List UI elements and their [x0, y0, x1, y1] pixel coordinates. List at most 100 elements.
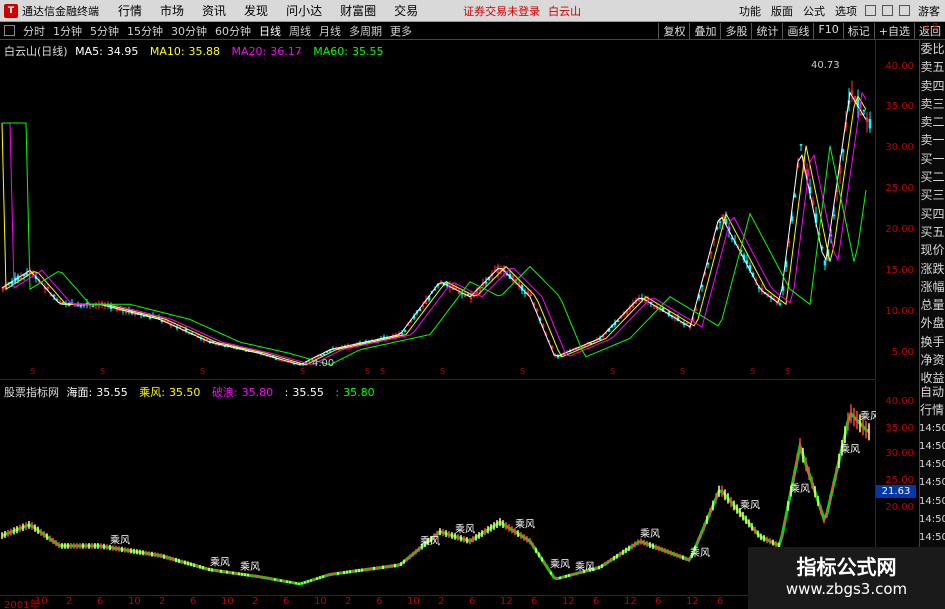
main-price-axis: 40.00 35.00 30.00 25.00 20.00 15.00 10.0…: [876, 40, 916, 380]
maximize-icon[interactable]: [882, 5, 893, 16]
tick-time: 14:50: [919, 514, 945, 526]
menu-item-market[interactable]: 行情: [109, 2, 151, 19]
tick-time: 14:50: [919, 440, 945, 452]
exright-marker: S: [750, 367, 755, 376]
time-tick: 12: [686, 596, 699, 607]
kline-chart[interactable]: SSSSSSSSSSSS: [0, 40, 876, 380]
period-tab[interactable]: 60分钟: [211, 23, 255, 39]
period-tab[interactable]: 周线: [285, 23, 315, 39]
marker-label: 乘风: [455, 523, 475, 535]
candle: [76, 304, 80, 307]
exright-marker: S: [440, 367, 445, 376]
candle: [484, 281, 488, 284]
indicator-panel[interactable]: 股票指标网 海面: 35.55 乘风: 35.50 破浪: 35.80 :35.55 …: [0, 381, 876, 595]
multi-stock-button[interactable]: 多股: [720, 22, 751, 39]
indicator-chart[interactable]: 乘风乘风 乘风乘风乘风 乘风乘风 乘风乘风乘风乘风乘风乘风乘风: [0, 381, 876, 595]
time-tick: 2: [252, 596, 259, 607]
tick-time: 14:50: [919, 532, 945, 544]
exright-marker: S: [365, 367, 370, 376]
period-tab-daily[interactable]: 日线: [255, 23, 285, 39]
candle: [403, 330, 407, 332]
marker-label: 乘风: [790, 483, 810, 495]
quote-tab[interactable]: 行情: [919, 401, 945, 419]
close-icon[interactable]: [899, 5, 910, 16]
current-stock: 白云山: [548, 4, 582, 18]
mark-button[interactable]: 标记: [842, 22, 874, 39]
layout-button[interactable]: 版面: [766, 3, 798, 19]
quote-tab[interactable]: 自动: [919, 383, 945, 401]
quote-field-label: 卖五: [920, 60, 945, 75]
add-watchlist-button[interactable]: +自选: [873, 22, 914, 39]
formula-button[interactable]: 公式: [798, 3, 830, 19]
indicator-value: :35.55: [284, 386, 324, 399]
y-tick: 40.00: [885, 396, 914, 407]
period-tab[interactable]: 多周期: [345, 23, 386, 39]
time-tick: 12: [562, 596, 575, 607]
exright-marker: S: [30, 367, 35, 376]
f10-button[interactable]: F10: [813, 22, 842, 39]
period-tab[interactable]: 分时: [19, 23, 49, 39]
candle: [832, 214, 836, 217]
time-tick: 10: [314, 596, 327, 607]
y-tick: 35.00: [885, 423, 914, 434]
quote-field-label: 卖四: [920, 78, 945, 93]
quote-field-label: 卖三: [920, 96, 945, 111]
candle: [319, 354, 323, 357]
main-kline-panel[interactable]: 白云山(日线) MA5: 34.95 MA10: 35.88 MA20: 36.17 …: [0, 40, 876, 380]
candle: [694, 309, 698, 311]
time-tick: 6: [97, 596, 104, 607]
period-tab[interactable]: 月线: [315, 23, 345, 39]
options-button[interactable]: 选项: [830, 3, 862, 19]
restore-rights-button[interactable]: 复权: [658, 22, 689, 39]
marker-label: 乘风: [740, 500, 760, 512]
y-tick: 5.00: [891, 347, 914, 358]
overlay-button[interactable]: 叠加: [689, 22, 720, 39]
window-toggle-icon[interactable]: [4, 25, 15, 36]
y-tick: 30.00: [885, 448, 914, 459]
menu-item-news[interactable]: 资讯: [193, 2, 235, 19]
exright-marker: S: [100, 367, 105, 376]
period-tab[interactable]: 1分钟: [49, 23, 86, 39]
candle: [793, 194, 797, 198]
period-tab[interactable]: 5分钟: [86, 23, 123, 39]
time-tick: 6: [531, 596, 538, 607]
time-tick: 6: [283, 596, 290, 607]
login-notice[interactable]: 证券交易未登录: [463, 3, 540, 19]
guest-label[interactable]: 游客: [913, 3, 945, 19]
panel-toggle[interactable]: L R: [919, 22, 945, 40]
quote-field-label: 涨跌: [920, 261, 945, 276]
menu-item-wealth[interactable]: 财富圈: [331, 2, 385, 19]
exright-marker: S: [200, 367, 205, 376]
quote-field-label: 买二: [920, 170, 945, 185]
exright-marker: S: [520, 367, 525, 376]
exright-marker: S: [785, 367, 790, 376]
marker-label: 乘风: [640, 528, 660, 540]
stats-button[interactable]: 统计: [751, 22, 782, 39]
menu-item-board[interactable]: 市场: [151, 2, 193, 19]
time-tick: 2: [438, 596, 445, 607]
time-tick: 10: [128, 596, 141, 607]
time-tick: 2: [66, 596, 73, 607]
exright-marker: S: [300, 367, 305, 376]
y-tick: 20.00: [885, 502, 914, 513]
menu-item-ask[interactable]: 问小达: [277, 2, 331, 19]
marker-label: 乘风: [240, 561, 260, 573]
func-button[interactable]: 功能: [734, 3, 766, 19]
app-title: 通达信金融终端: [22, 4, 99, 18]
more-periods[interactable]: 更多: [386, 23, 416, 39]
quote-field-label: 总量: [920, 298, 945, 313]
ma5-label: MA5: 34.95: [75, 45, 139, 58]
trend-line: [1, 411, 870, 586]
min-price-label: 4.00: [312, 358, 335, 369]
candle: [718, 221, 722, 223]
y-tick: 35.00: [885, 101, 914, 112]
draw-line-button[interactable]: 画线: [782, 22, 813, 39]
y-tick: 10.00: [885, 306, 914, 317]
menu-item-trade[interactable]: 交易: [385, 2, 427, 19]
period-tab[interactable]: 30分钟: [167, 23, 211, 39]
minimize-icon[interactable]: [865, 5, 876, 16]
period-tab[interactable]: 15分钟: [123, 23, 167, 39]
indicator-name: 股票指标网: [4, 386, 59, 399]
menu-item-discover[interactable]: 发现: [235, 2, 277, 19]
candle: [61, 302, 65, 304]
